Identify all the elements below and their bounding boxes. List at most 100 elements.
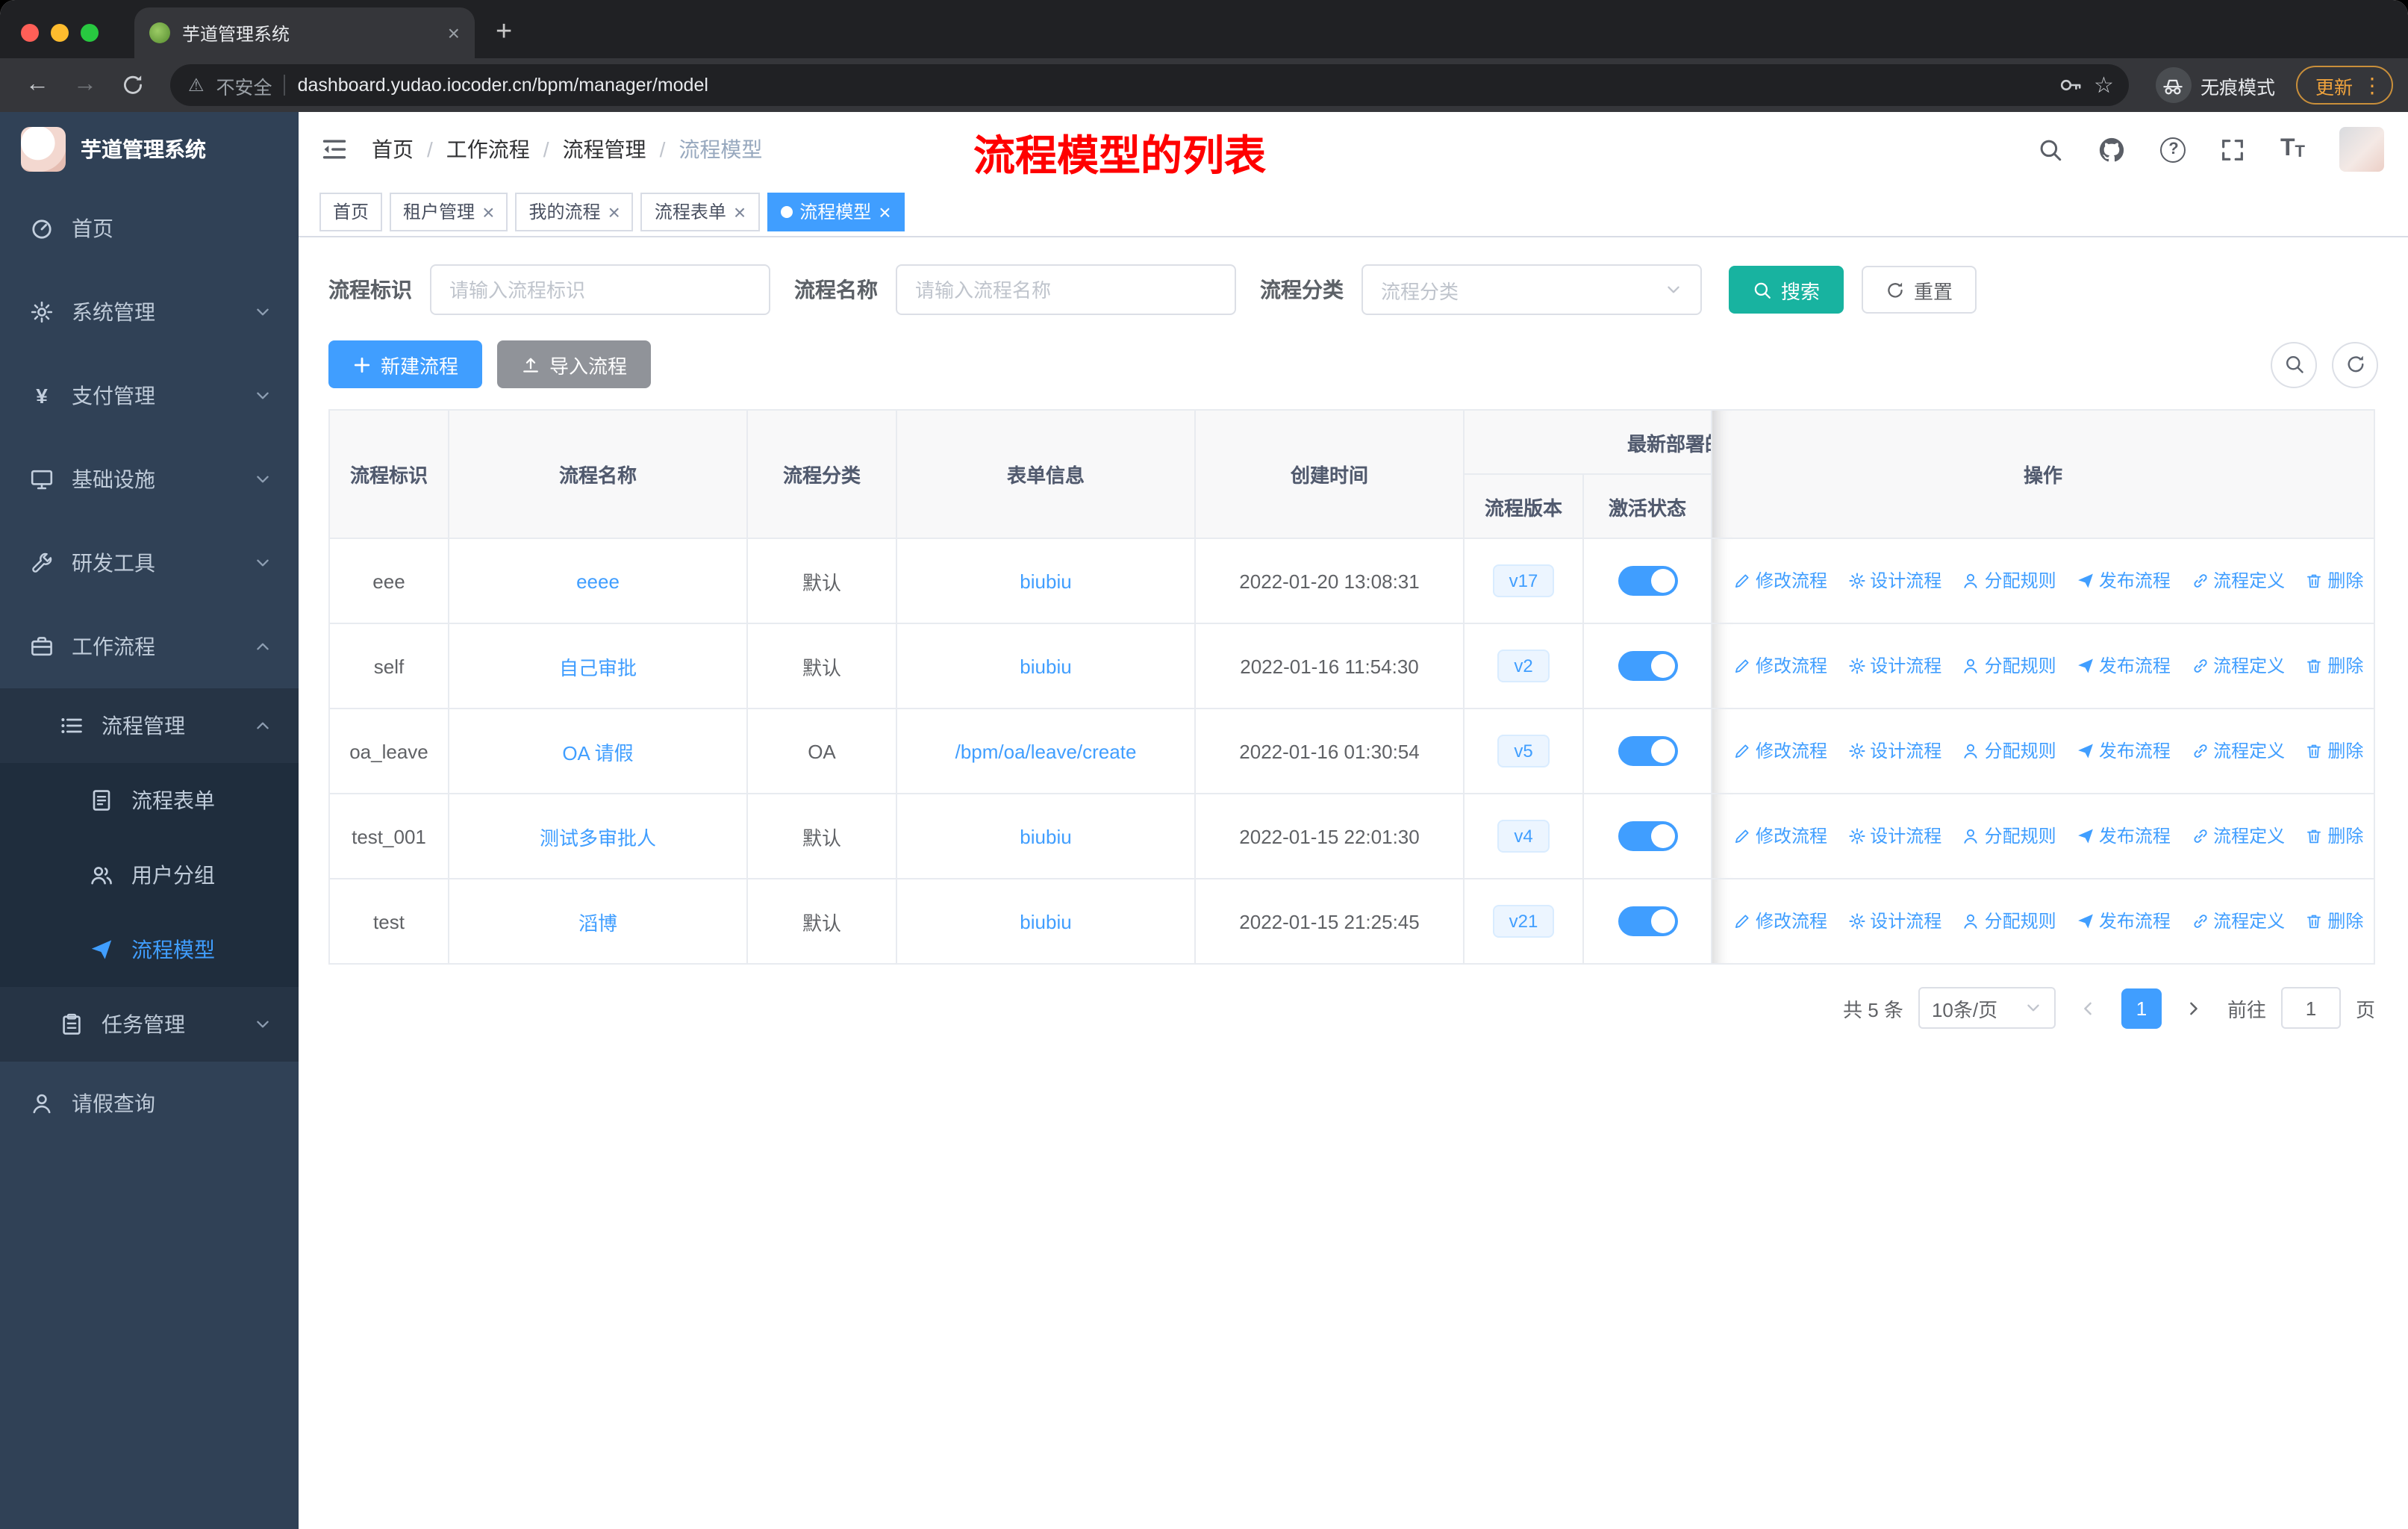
tag-process-model[interactable]: 流程模型 × xyxy=(767,192,905,231)
search-icon[interactable] xyxy=(2039,137,2064,162)
prev-page-button[interactable] xyxy=(2071,990,2106,1026)
forward-icon[interactable]: → xyxy=(63,72,107,97)
refresh-table-button[interactable] xyxy=(2332,341,2378,387)
sidebar-item-task-management[interactable]: 任务管理 xyxy=(0,987,299,1062)
flow-definition-link[interactable]: 流程定义 xyxy=(2191,738,2285,764)
sidebar-item-leave-query[interactable]: 请假查询 xyxy=(0,1062,299,1145)
design-flow-link[interactable]: 设计流程 xyxy=(1847,738,1941,764)
breadcrumb-item[interactable]: 流程管理 xyxy=(563,134,646,164)
assign-rule-link[interactable]: 分配规则 xyxy=(1962,738,2056,764)
edit-flow-link[interactable]: 修改流程 xyxy=(1733,653,1827,679)
app-logo[interactable]: 芋道管理系统 xyxy=(0,112,299,187)
delete-link[interactable]: 删除 xyxy=(2305,568,2363,594)
close-icon[interactable]: × xyxy=(734,201,746,222)
tag-process-form[interactable]: 流程表单 × xyxy=(640,192,760,231)
avatar[interactable] xyxy=(2339,127,2384,172)
model-name-link[interactable]: 自己审批 xyxy=(559,656,637,679)
assign-rule-link[interactable]: 分配规则 xyxy=(1962,653,2056,679)
menu-dots-icon[interactable]: ⋮ xyxy=(2362,72,2383,98)
design-flow-link[interactable]: 设计流程 xyxy=(1847,823,1941,849)
flow-definition-link[interactable]: 流程定义 xyxy=(2191,823,2285,849)
publish-flow-link[interactable]: 发布流程 xyxy=(2077,653,2171,679)
browser-tab[interactable]: 芋道管理系统 × xyxy=(134,7,475,58)
collapse-sidebar-icon[interactable] xyxy=(321,136,348,163)
sidebar-item-system[interactable]: 系统管理 xyxy=(0,270,299,354)
model-name-link[interactable]: 滔博 xyxy=(578,912,617,934)
process-key-input[interactable] xyxy=(430,264,770,315)
toggle-search-button[interactable] xyxy=(2271,341,2317,387)
delete-link[interactable]: 删除 xyxy=(2305,909,2363,934)
form-info-link[interactable]: biubiu xyxy=(1020,655,1071,677)
help-icon[interactable]: ? xyxy=(2160,137,2186,162)
design-flow-link[interactable]: 设计流程 xyxy=(1847,568,1941,594)
edit-flow-link[interactable]: 修改流程 xyxy=(1733,823,1827,849)
active-toggle[interactable] xyxy=(1618,736,1677,766)
active-toggle[interactable] xyxy=(1618,906,1677,936)
breadcrumb-item[interactable]: 首页 xyxy=(372,134,414,164)
minimize-window-button[interactable] xyxy=(51,24,69,42)
sidebar-item-home[interactable]: 首页 xyxy=(0,187,299,270)
key-icon[interactable] xyxy=(2058,73,2082,97)
form-info-link[interactable]: biubiu xyxy=(1020,910,1071,932)
delete-link[interactable]: 删除 xyxy=(2305,653,2363,679)
tag-my-process[interactable]: 我的流程 × xyxy=(515,192,634,231)
form-info-link[interactable]: /bpm/oa/leave/create xyxy=(955,740,1137,762)
delete-link[interactable]: 删除 xyxy=(2305,738,2363,764)
create-process-button[interactable]: 新建流程 xyxy=(328,340,483,388)
sidebar-item-process-model[interactable]: 流程模型 xyxy=(0,912,299,987)
next-page-button[interactable] xyxy=(2177,990,2212,1026)
sidebar-item-workflow[interactable]: 工作流程 xyxy=(0,605,299,688)
publish-flow-link[interactable]: 发布流程 xyxy=(2077,738,2171,764)
address-bar[interactable]: ⚠ 不安全 dashboard.yudao.iocoder.cn/bpm/man… xyxy=(170,64,2129,106)
sidebar-item-process-management[interactable]: 流程管理 xyxy=(0,688,299,763)
close-window-button[interactable] xyxy=(21,24,39,42)
tag-tenant-management[interactable]: 租户管理 × xyxy=(390,192,508,231)
active-toggle[interactable] xyxy=(1618,651,1677,681)
flow-definition-link[interactable]: 流程定义 xyxy=(2191,568,2285,594)
breadcrumb-item[interactable]: 工作流程 xyxy=(446,134,530,164)
zoom-window-button[interactable] xyxy=(81,24,99,42)
design-flow-link[interactable]: 设计流程 xyxy=(1847,653,1941,679)
active-toggle[interactable] xyxy=(1618,821,1677,851)
model-name-link[interactable]: eeee xyxy=(576,570,620,592)
active-toggle[interactable] xyxy=(1618,566,1677,596)
sidebar-item-user-group[interactable]: 用户分组 xyxy=(0,838,299,912)
url-text[interactable]: dashboard.yudao.iocoder.cn/bpm/manager/m… xyxy=(298,75,708,96)
assign-rule-link[interactable]: 分配规则 xyxy=(1962,823,2056,849)
flow-definition-link[interactable]: 流程定义 xyxy=(2191,909,2285,934)
assign-rule-link[interactable]: 分配规则 xyxy=(1962,909,2056,934)
edit-flow-link[interactable]: 修改流程 xyxy=(1733,909,1827,934)
process-name-input[interactable] xyxy=(896,264,1236,315)
reset-button[interactable]: 重置 xyxy=(1862,266,1977,314)
form-info-link[interactable]: biubiu xyxy=(1020,825,1071,847)
font-size-icon[interactable]: TT xyxy=(2280,137,2305,161)
model-name-link[interactable]: 测试多审批人 xyxy=(540,826,656,849)
delete-link[interactable]: 删除 xyxy=(2305,823,2363,849)
bookmark-star-icon[interactable]: ☆ xyxy=(2094,74,2114,96)
design-flow-link[interactable]: 设计流程 xyxy=(1847,909,1941,934)
close-icon[interactable]: × xyxy=(482,201,494,222)
form-info-link[interactable]: biubiu xyxy=(1020,570,1071,592)
edit-flow-link[interactable]: 修改流程 xyxy=(1733,568,1827,594)
goto-page-input[interactable] xyxy=(2280,987,2341,1029)
close-icon[interactable]: × xyxy=(608,201,620,222)
edit-flow-link[interactable]: 修改流程 xyxy=(1733,738,1827,764)
model-name-link[interactable]: OA 请假 xyxy=(562,741,633,764)
import-process-button[interactable]: 导入流程 xyxy=(497,340,652,388)
sidebar-item-devtools[interactable]: 研发工具 xyxy=(0,521,299,605)
tab-close-icon[interactable]: × xyxy=(448,22,460,43)
security-label[interactable]: 不安全 xyxy=(216,71,272,99)
fullscreen-icon[interactable] xyxy=(2221,137,2246,162)
publish-flow-link[interactable]: 发布流程 xyxy=(2077,909,2171,934)
browser-update-button[interactable]: 更新 ⋮ xyxy=(2295,66,2393,105)
publish-flow-link[interactable]: 发布流程 xyxy=(2077,568,2171,594)
publish-flow-link[interactable]: 发布流程 xyxy=(2077,823,2171,849)
assign-rule-link[interactable]: 分配规则 xyxy=(1962,568,2056,594)
close-icon[interactable]: × xyxy=(879,201,890,222)
sidebar-item-infrastructure[interactable]: 基础设施 xyxy=(0,437,299,521)
sidebar-item-process-form[interactable]: 流程表单 xyxy=(0,763,299,838)
reload-icon[interactable] xyxy=(121,73,145,97)
github-icon[interactable] xyxy=(2098,135,2127,164)
sidebar-item-payment[interactable]: ¥ 支付管理 xyxy=(0,354,299,437)
current-page-button[interactable]: 1 xyxy=(2121,988,2162,1028)
